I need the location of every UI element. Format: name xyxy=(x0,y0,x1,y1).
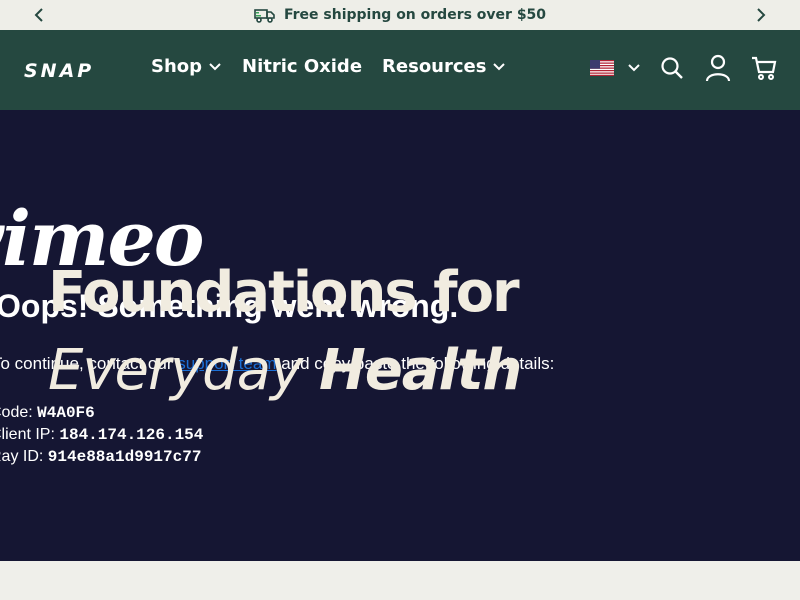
detail-value: 914e88a1d9917c77 xyxy=(47,448,202,466)
announcement-bar: Free shipping on orders over $50 xyxy=(0,0,800,30)
hero-subheadline: Everyday Health xyxy=(48,338,522,403)
detail-label: Code: xyxy=(0,404,33,421)
nav-shop[interactable]: Shop xyxy=(151,56,222,77)
brand-logo[interactable]: SNAP xyxy=(24,60,94,82)
chevron-down-icon xyxy=(493,62,506,70)
next-announcement-button[interactable] xyxy=(746,0,776,30)
header-actions xyxy=(590,54,778,82)
main-nav: Shop Nitric Oxide Resources xyxy=(151,56,506,77)
error-details: Code: W4A0F6 Client IP: 184.174.126.154 … xyxy=(0,402,203,468)
detail-value: 184.174.126.154 xyxy=(59,426,204,444)
chevron-down-icon xyxy=(209,62,221,70)
hero-headline: Foundations for xyxy=(48,260,520,325)
country-selector[interactable] xyxy=(590,60,640,76)
detail-code: Code: W4A0F6 xyxy=(0,402,203,424)
us-flag-icon xyxy=(590,60,614,76)
chevron-down-icon xyxy=(628,64,640,72)
search-button[interactable] xyxy=(658,54,686,82)
detail-label: Ray ID: xyxy=(0,448,44,465)
hero-section: vimeo Oops! Something went wrong. To con… xyxy=(0,110,800,561)
detail-client-ip: Client IP: 184.174.126.154 xyxy=(0,424,203,446)
site-header: SNAP Shop Nitric Oxide Resources xyxy=(0,30,800,110)
nav-resources-label: Resources xyxy=(382,56,487,77)
page-background-strip xyxy=(0,561,800,600)
truck-icon xyxy=(254,9,275,23)
chevron-left-icon xyxy=(34,8,43,22)
search-icon xyxy=(661,57,683,79)
cart-icon xyxy=(752,56,777,80)
nav-resources[interactable]: Resources xyxy=(382,56,506,77)
cart-button[interactable] xyxy=(750,54,778,82)
detail-label: Client IP: xyxy=(0,426,55,443)
detail-value: W4A0F6 xyxy=(37,404,95,422)
nav-nitric-oxide[interactable]: Nitric Oxide xyxy=(242,56,362,77)
account-icon xyxy=(705,54,731,82)
prev-announcement-button[interactable] xyxy=(24,0,54,30)
announcement-text: Free shipping on orders over $50 xyxy=(283,7,547,23)
detail-ray-id: Ray ID: 914e88a1d9917c77 xyxy=(0,446,203,468)
account-button[interactable] xyxy=(704,54,732,82)
chevron-right-icon xyxy=(757,8,766,22)
announcement-message: Free shipping on orders over $50 xyxy=(254,7,546,23)
nav-nitric-oxide-label: Nitric Oxide xyxy=(242,56,363,77)
subheadline-light: Everyday xyxy=(48,338,319,403)
nav-shop-label: Shop xyxy=(151,56,203,77)
subheadline-bold: Health xyxy=(318,338,522,403)
